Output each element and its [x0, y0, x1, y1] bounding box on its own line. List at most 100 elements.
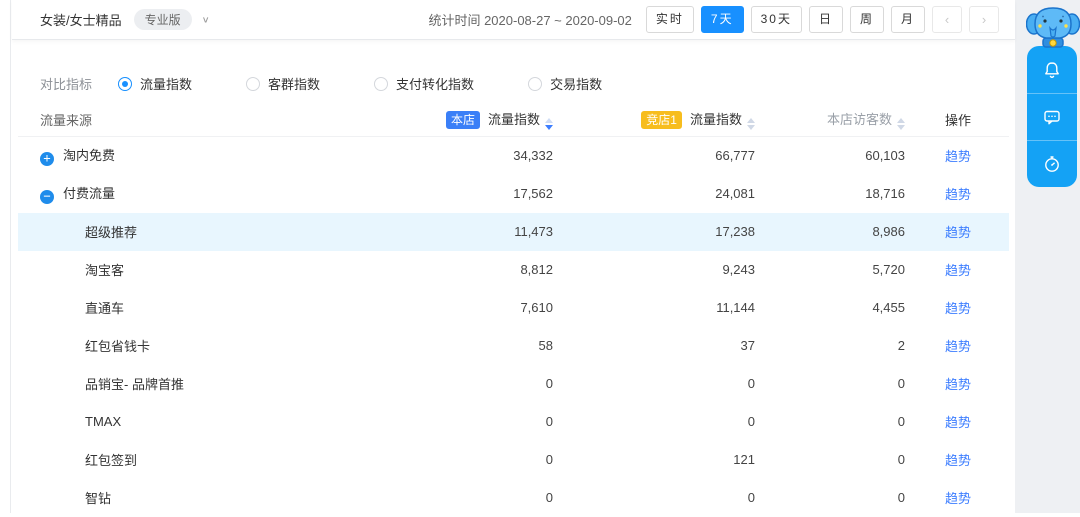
sort-icon-own[interactable]	[545, 118, 553, 130]
visitors-value: 0	[897, 452, 905, 467]
time-range-button[interactable]: 周	[849, 6, 884, 33]
metric-radio-option[interactable]: 支付转化指数	[374, 74, 474, 93]
left-page-gutter	[0, 0, 11, 513]
radio-icon[interactable]	[246, 76, 261, 91]
table-row: 直通车 7,610 11,144 4,455 趋势	[18, 289, 1009, 327]
radio-option-label: 客群指数	[268, 77, 321, 92]
time-range-button[interactable]: 月	[890, 6, 925, 33]
trend-link[interactable]: 趋势	[945, 491, 971, 506]
trend-link[interactable]: 趋势	[945, 263, 971, 278]
radio-option-label: 交易指数	[550, 77, 603, 92]
competitor-index-value: 37	[740, 338, 755, 353]
competitor-index-value: 0	[747, 490, 755, 505]
trend-link[interactable]: 趋势	[945, 377, 971, 392]
column-header-visitors[interactable]: 本店访客数	[767, 109, 917, 137]
source-label: TMAX	[85, 414, 122, 429]
radio-icon[interactable]	[118, 76, 133, 91]
column-header-source: 流量来源	[40, 113, 93, 128]
metric-radio-option[interactable]: 客群指数	[246, 74, 320, 93]
column-header-competitor-index[interactable]: 竞店1 流量指数	[567, 109, 767, 137]
traffic-source-table: 流量来源 本店 流量指数 竞店1 流量指数 本店访客数 操作 + 淘内免费 34,332…	[18, 109, 1009, 517]
sort-icon-competitor[interactable]	[747, 118, 755, 130]
trend-link[interactable]: 趋势	[945, 339, 971, 354]
source-label: 红包省钱卡	[85, 339, 151, 354]
radio-icon[interactable]	[374, 76, 389, 91]
visitors-value: 0	[897, 490, 905, 505]
table-row: 淘宝客 8,812 9,243 5,720 趋势	[18, 251, 1009, 289]
table-row: 品销宝- 品牌首推 0 0 0 趋势	[18, 365, 1009, 403]
radio-option-label: 支付转化指数	[396, 77, 475, 92]
version-badge: 专业版	[133, 9, 192, 30]
trend-link[interactable]: 趋势	[945, 415, 971, 430]
competitor-index-value: 17,238	[715, 224, 755, 239]
trend-link[interactable]: 趋势	[945, 225, 971, 240]
source-label: 付费流量	[63, 186, 116, 201]
source-label: 直通车	[85, 301, 125, 316]
trend-link[interactable]: 趋势	[945, 187, 971, 202]
competitor-badge: 竞店1	[641, 111, 682, 129]
own-shop-badge: 本店	[445, 111, 480, 129]
competitor-index-label: 流量指数	[689, 112, 742, 127]
source-label: 超级推荐	[85, 225, 138, 240]
visitors-value: 5,720	[872, 262, 905, 277]
competitor-index-value: 121	[733, 452, 755, 467]
visitors-value: 18,716	[865, 186, 905, 201]
notification-bell-button[interactable]	[1027, 46, 1077, 93]
column-header-own-index[interactable]: 本店 流量指数	[397, 109, 567, 137]
competitor-index-value: 66,777	[715, 148, 755, 164]
time-range-button[interactable]: 实时	[645, 6, 694, 33]
table-row: 超级推荐 11,473 17,238 8,986 趋势	[18, 212, 1009, 251]
time-range-button[interactable]: 日	[808, 6, 843, 33]
sort-icon-visitors[interactable]	[897, 118, 905, 130]
time-range-button-group: 实时 7天 30天日周月 ‹ ›	[645, 6, 999, 33]
own-index-value: 58	[538, 338, 553, 353]
prev-period-button[interactable]: ‹	[932, 6, 962, 33]
message-icon	[1044, 110, 1060, 125]
next-period-button[interactable]: ›	[969, 6, 999, 33]
elephant-mascot[interactable]	[1025, 2, 1080, 48]
competitor-index-value: 0	[747, 376, 755, 391]
time-range-button[interactable]: 7天	[700, 6, 744, 33]
competitor-index-value: 11,144	[716, 300, 755, 315]
floating-widget-column	[1027, 46, 1077, 187]
collapse-icon[interactable]: −	[40, 190, 54, 204]
visitors-value: 4,455	[872, 300, 905, 315]
trend-link[interactable]: 趋势	[945, 453, 971, 468]
own-index-value: 0	[545, 376, 553, 391]
competitor-index-value: 24,081	[715, 186, 755, 201]
metric-radio-group: 流量指数 客群指数 支付转化指数 交易指数	[118, 74, 656, 93]
visitors-value: 8,986	[872, 224, 905, 239]
table-row: − 付费流量 17,562 24,081 18,716 趋势	[18, 175, 1009, 213]
own-index-value: 34,332	[513, 148, 553, 164]
source-label: 品销宝- 品牌首推	[85, 377, 184, 392]
column-header-action: 操作	[945, 113, 972, 128]
metric-radio-option[interactable]: 流量指数	[118, 74, 192, 93]
filter-group-label: 对比指标	[40, 77, 93, 92]
metric-radio-option[interactable]: 交易指数	[528, 74, 602, 93]
table-header-row: 流量来源 本店 流量指数 竞店1 流量指数 本店访客数 操作	[18, 109, 1009, 137]
main-card: 对比指标 流量指数 客群指数 支付转化指数 交易指数 流量来源 本店 流量指数 竞店1 流…	[12, 41, 1015, 513]
source-label: 淘宝客	[85, 263, 125, 278]
source-label: 智钻	[85, 491, 112, 506]
time-range-button[interactable]: 30天	[750, 6, 802, 33]
competitor-index-value: 0	[747, 414, 755, 429]
table-row: TMAX 0 0 0 趋势	[18, 403, 1009, 441]
visitors-value: 60,103	[865, 148, 905, 164]
visitors-value: 2	[897, 338, 905, 353]
expand-icon[interactable]: +	[40, 152, 54, 167]
trend-link[interactable]: 趋势	[945, 149, 971, 164]
message-button[interactable]	[1027, 93, 1077, 140]
topbar: 女装/女士精品 专业版 ∨ 统计时间 2020-08-27 ~ 2020-09-…	[12, 0, 1015, 40]
own-index-label: 流量指数	[487, 112, 540, 127]
radio-option-label: 流量指数	[140, 77, 193, 92]
timer-button[interactable]	[1027, 140, 1077, 187]
own-index-value: 8,812	[520, 262, 553, 277]
chevron-down-icon[interactable]: ∨	[202, 14, 210, 25]
visitors-value: 0	[897, 414, 905, 429]
own-index-value: 0	[545, 414, 553, 429]
timer-icon	[1045, 156, 1059, 172]
trend-link[interactable]: 趋势	[945, 301, 971, 316]
source-label: 淘内免费	[63, 148, 116, 164]
visitors-value: 0	[897, 376, 905, 391]
radio-icon[interactable]	[528, 76, 543, 91]
